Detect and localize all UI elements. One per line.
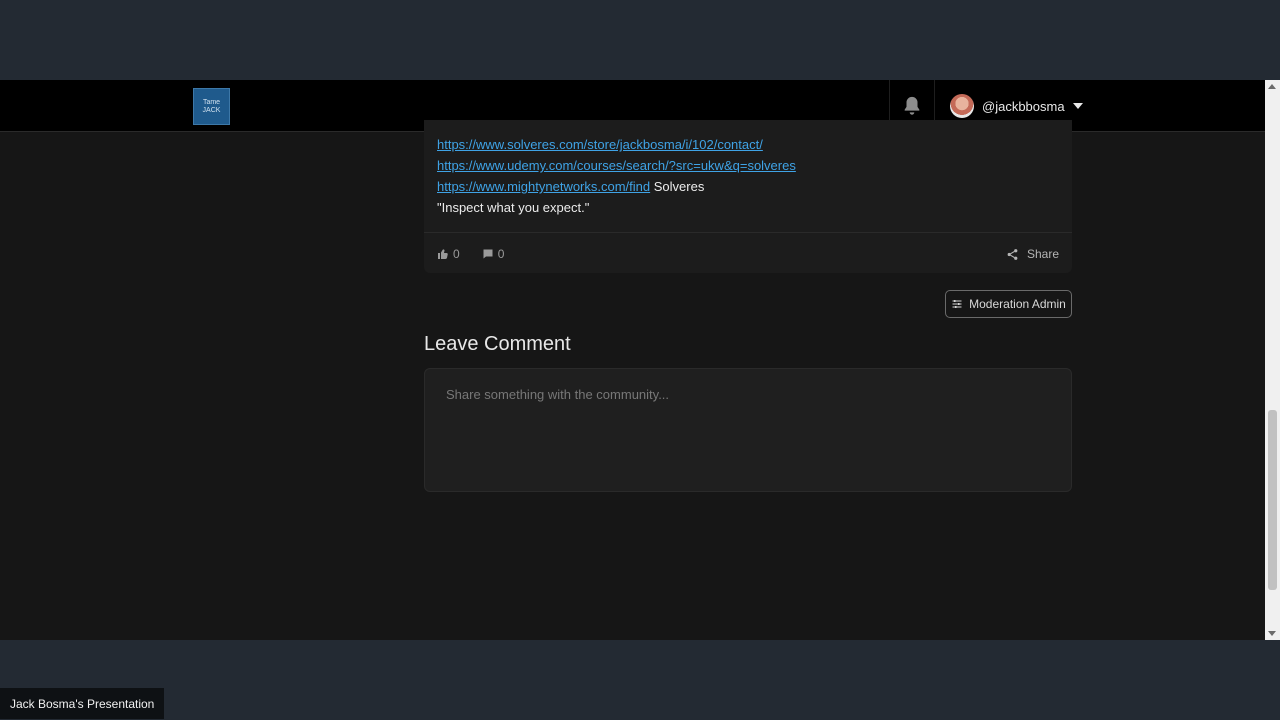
sliders-icon	[952, 300, 962, 308]
thumbs-up-icon	[438, 249, 448, 260]
divider	[424, 232, 1072, 233]
share-icon	[1007, 248, 1018, 260]
avatar[interactable]	[950, 94, 974, 118]
post-actions: 0 0 Share	[437, 244, 1059, 264]
like-button[interactable]: 0	[437, 247, 460, 261]
comment-input[interactable]	[425, 369, 1071, 491]
share-label: Share	[1026, 247, 1059, 261]
post-link-udemy[interactable]: https://www.udemy.com/courses/search/?sr…	[437, 158, 796, 173]
brand-logo[interactable]: Tame JACK	[193, 88, 230, 125]
post-link-store[interactable]: https://www.solveres.com/store/jackbosma…	[437, 137, 763, 152]
comment-count: 0	[497, 247, 505, 261]
scrollbar[interactable]	[1265, 80, 1280, 640]
scrollbar-thumb[interactable]	[1268, 410, 1277, 590]
username-label[interactable]: @jackbbosma	[982, 99, 1065, 114]
post-body: https://www.solveres.com/store/jackbosma…	[437, 134, 1057, 218]
presentation-label: Jack Bosma's Presentation	[0, 688, 165, 719]
comment-button[interactable]: 0	[482, 247, 505, 261]
post-card: https://www.solveres.com/store/jackbosma…	[424, 120, 1072, 273]
leave-comment-title: Leave Comment	[424, 333, 571, 355]
post-link-mighty[interactable]: https://www.mightynetworks.com/find	[437, 179, 650, 194]
comment-icon	[483, 249, 493, 259]
like-count: 0	[453, 247, 460, 261]
moderation-admin-button[interactable]: Moderation Admin	[945, 290, 1072, 318]
post-quote: "Inspect what you expect."	[437, 200, 590, 215]
moderation-admin-label: Moderation Admin	[969, 297, 1066, 311]
scroll-up-icon[interactable]	[1268, 84, 1276, 89]
post-link-suffix: Solveres	[653, 179, 705, 194]
scroll-down-icon[interactable]	[1268, 631, 1276, 636]
bell-icon	[904, 96, 920, 115]
user-menu[interactable]: @jackbbosma	[950, 94, 1083, 118]
comment-input-box[interactable]	[424, 368, 1072, 492]
share-button[interactable]: Share	[1006, 247, 1059, 261]
browser-viewport: Tame JACK @jackbbosma https://www.solver…	[0, 80, 1280, 640]
chevron-down-icon[interactable]	[1072, 103, 1083, 109]
